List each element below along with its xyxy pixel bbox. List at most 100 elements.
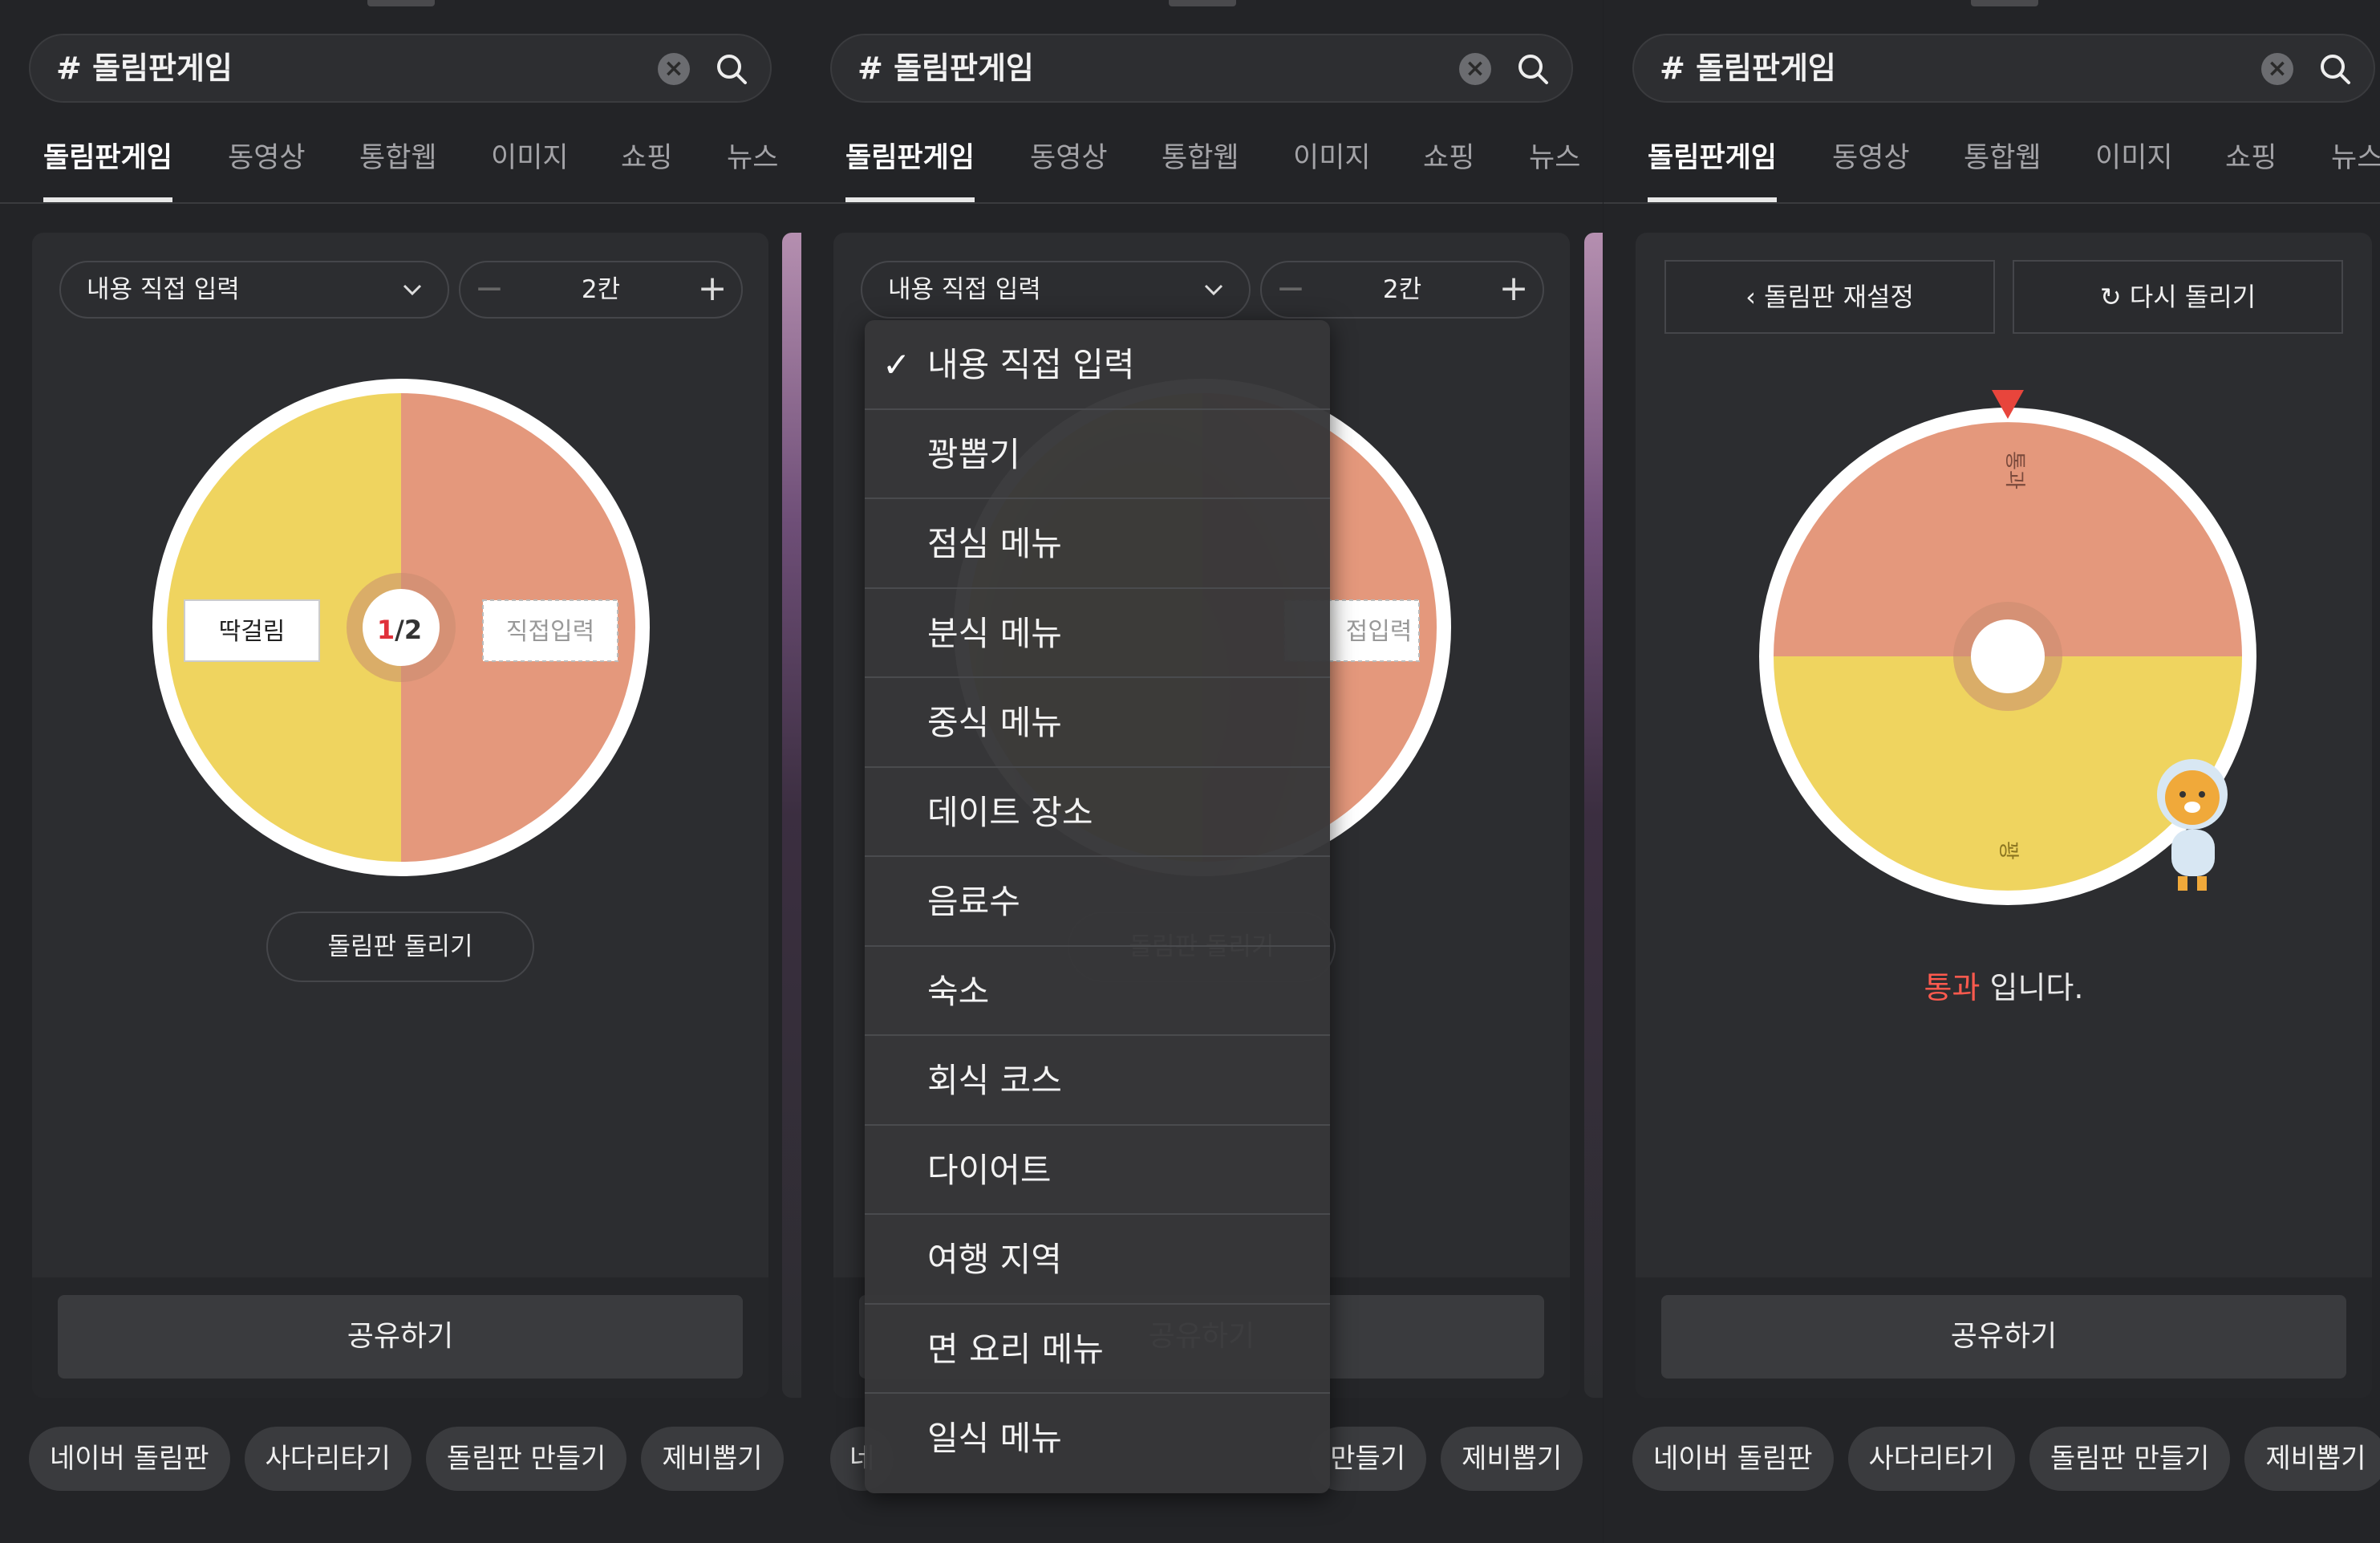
wheel-top-label: 통과	[2002, 451, 2026, 489]
search-icon[interactable]	[2316, 50, 2354, 88]
tab-images[interactable]: 이미지	[491, 116, 569, 201]
chip-lottery[interactable]: 제비뽑기	[2244, 1427, 2380, 1491]
dropdown-option-lunch[interactable]: 점심 메뉴	[865, 499, 1330, 589]
increment-button[interactable]: +	[683, 262, 741, 317]
tab-shopping[interactable]: 쇼핑	[2225, 116, 2277, 201]
tab-news[interactable]: 뉴스	[2331, 116, 2380, 201]
spin-button[interactable]: 돌림판 돌리기	[266, 912, 534, 982]
tab-web[interactable]: 통합웹	[1964, 116, 2041, 201]
option-label: 일식 메뉴	[927, 1419, 1062, 1458]
clear-icon[interactable]: ×	[2261, 53, 2293, 85]
dropdown-option-custom[interactable]: ✓ 내용 직접 입력	[865, 320, 1330, 410]
chip-naver-roulette[interactable]: 네이버 돌림판	[29, 1427, 230, 1491]
tab-images[interactable]: 이미지	[1293, 116, 1371, 201]
spin-again-button[interactable]: ↻ 다시 돌리기	[2013, 260, 2343, 334]
status-notch	[1971, 0, 2038, 6]
status-notch	[1169, 0, 1236, 6]
wheel-center-label: 1/2	[377, 615, 422, 645]
tab-shopping[interactable]: 쇼핑	[1423, 116, 1474, 201]
tab-bar: 돌림판게임 동영상 통합웹 이미지 쇼핑 뉴스	[801, 116, 1603, 204]
clear-icon[interactable]: ×	[1459, 53, 1491, 85]
option-label: 데이트 장소	[927, 792, 1093, 832]
tab-news[interactable]: 뉴스	[727, 116, 778, 201]
chip-lottery[interactable]: 제비뽑기	[641, 1427, 784, 1491]
increment-button[interactable]: +	[1485, 262, 1543, 317]
roulette-result-card: ‹ 돌림판 재설정 ↻ 다시 돌리기 통과 꽝 통과 입니다. 공유하기	[1636, 233, 2372, 1398]
preset-select[interactable]: 내용 직접 입력	[59, 261, 449, 319]
option-label: 점심 메뉴	[927, 524, 1062, 563]
chip-ladder[interactable]: 사다리타기	[1847, 1427, 2015, 1491]
dropdown-option-blank[interactable]: 꽝뽑기	[865, 410, 1330, 499]
dropdown-option-noodles[interactable]: 면 요리 메뉴	[865, 1305, 1330, 1394]
preset-select-value: 내용 직접 입력	[888, 275, 1041, 304]
result-word: 통과	[1924, 970, 1981, 1005]
tab-roulette-game[interactable]: 돌림판게임	[1648, 116, 1778, 202]
option-label: 음료수	[927, 882, 1020, 921]
share-button[interactable]: 공유하기	[1661, 1295, 2346, 1379]
segment-2-placeholder: 직접입력	[506, 618, 594, 646]
dropdown-option-japanese[interactable]: 일식 메뉴	[865, 1394, 1330, 1484]
search-query[interactable]: # 돌림판게임	[56, 35, 233, 101]
reset-roulette-label: 돌림판 재설정	[1764, 282, 1914, 312]
panel-result: # 돌림판게임 × 돌림판게임 동영상 통합웹 이미지 쇼핑 뉴스 ‹ 돌림판 …	[1604, 0, 2380, 1543]
preset-dropdown-menu: ✓ 내용 직접 입력 꽝뽑기 점심 메뉴 분식 메뉴 중식 메뉴 데이트 장소 음…	[865, 320, 1330, 1493]
chevron-left-icon: ‹	[1745, 282, 1765, 312]
roulette-wheel: 1/2 딱걸림 직접입력	[152, 379, 650, 876]
dropdown-option-dinner-course[interactable]: 회식 코스	[865, 1036, 1330, 1126]
search-query[interactable]: # 돌림판게임	[858, 35, 1034, 101]
clear-icon[interactable]: ×	[658, 53, 690, 85]
wheel-bottom-label: 꽝	[1996, 841, 2020, 860]
tab-roulette-game[interactable]: 돌림판게임	[845, 116, 975, 202]
dropdown-option-lodging[interactable]: 숙소	[865, 947, 1330, 1036]
refresh-icon: ↻	[2099, 282, 2130, 312]
preset-select[interactable]: 내용 직접 입력	[861, 261, 1251, 319]
search-bar[interactable]: # 돌림판게임 ×	[29, 34, 772, 103]
status-notch	[367, 0, 435, 6]
search-bar[interactable]: # 돌림판게임 ×	[830, 34, 1573, 103]
tab-video[interactable]: 동영상	[1030, 116, 1108, 201]
result-message: 통과 입니다.	[1636, 963, 2372, 1007]
tab-web[interactable]: 통합웹	[359, 116, 437, 201]
tab-shopping[interactable]: 쇼핑	[621, 116, 672, 201]
tab-images[interactable]: 이미지	[2095, 116, 2173, 201]
dropdown-option-chinese[interactable]: 중식 메뉴	[865, 678, 1330, 768]
roulette-card: 내용 직접 입력 − 2칸 + 1/2 딱걸림 직접입력 돌림판 돌리기 공유하…	[32, 233, 768, 1398]
related-chips: 네이버 돌림판 사다리타기 돌림판 만들기 제비뽑기	[29, 1427, 798, 1492]
slot-stepper: − 2칸 +	[1260, 261, 1544, 319]
dropdown-option-diet[interactable]: 다이어트	[865, 1126, 1330, 1215]
chip-naver-roulette[interactable]: 네이버 돌림판	[1632, 1427, 1834, 1491]
dropdown-option-date[interactable]: 데이트 장소	[865, 768, 1330, 857]
option-label: 여행 지역	[927, 1240, 1062, 1279]
share-button[interactable]: 공유하기	[58, 1295, 743, 1379]
dropdown-option-snack[interactable]: 분식 메뉴	[865, 589, 1330, 678]
chip-make-roulette[interactable]: 돌림판 만들기	[425, 1427, 627, 1491]
tab-roulette-game[interactable]: 돌림판게임	[43, 116, 173, 202]
tab-news[interactable]: 뉴스	[1529, 116, 1580, 201]
tab-bar: 돌림판게임 동영상 통합웹 이미지 쇼핑 뉴스	[1604, 116, 2380, 204]
option-label: 중식 메뉴	[927, 703, 1062, 742]
next-card-peek	[782, 233, 801, 1398]
result-suffix: 입니다.	[1980, 970, 2084, 1005]
spin-again-label: 다시 돌리기	[2129, 282, 2256, 312]
next-card-peek	[1584, 233, 1603, 1398]
tab-video[interactable]: 동영상	[1832, 116, 1910, 201]
search-icon[interactable]	[712, 50, 751, 88]
tab-video[interactable]: 동영상	[228, 116, 306, 201]
chip-ladder[interactable]: 사다리타기	[244, 1427, 412, 1491]
search-query[interactable]: # 돌림판게임	[1660, 35, 1836, 101]
tab-web[interactable]: 통합웹	[1162, 116, 1239, 201]
dropdown-option-travel[interactable]: 여행 지역	[865, 1215, 1330, 1305]
chip-lottery[interactable]: 제비뽑기	[1441, 1427, 1583, 1491]
wheel-hub	[1971, 619, 2045, 693]
option-label: 꽝뽑기	[927, 434, 1020, 474]
reset-roulette-button[interactable]: ‹ 돌림판 재설정	[1664, 260, 1995, 334]
panel-setup: # 돌림판게임 × 돌림판게임 동영상 통합웹 이미지 쇼핑 뉴스 내용 직접 …	[0, 0, 801, 1543]
search-icon[interactable]	[1514, 50, 1552, 88]
option-label: 내용 직접 입력	[927, 345, 1135, 384]
share-area: 공유하기	[32, 1277, 768, 1398]
chip-make-roulette[interactable]: 돌림판 만들기	[2029, 1427, 2231, 1491]
related-chips: 네이버 돌림판 사다리타기 돌림판 만들기 제비뽑기	[1632, 1427, 2380, 1492]
search-bar[interactable]: # 돌림판게임 ×	[1632, 34, 2375, 103]
option-label: 면 요리 메뉴	[927, 1329, 1104, 1369]
dropdown-option-drinks[interactable]: 음료수	[865, 857, 1330, 947]
